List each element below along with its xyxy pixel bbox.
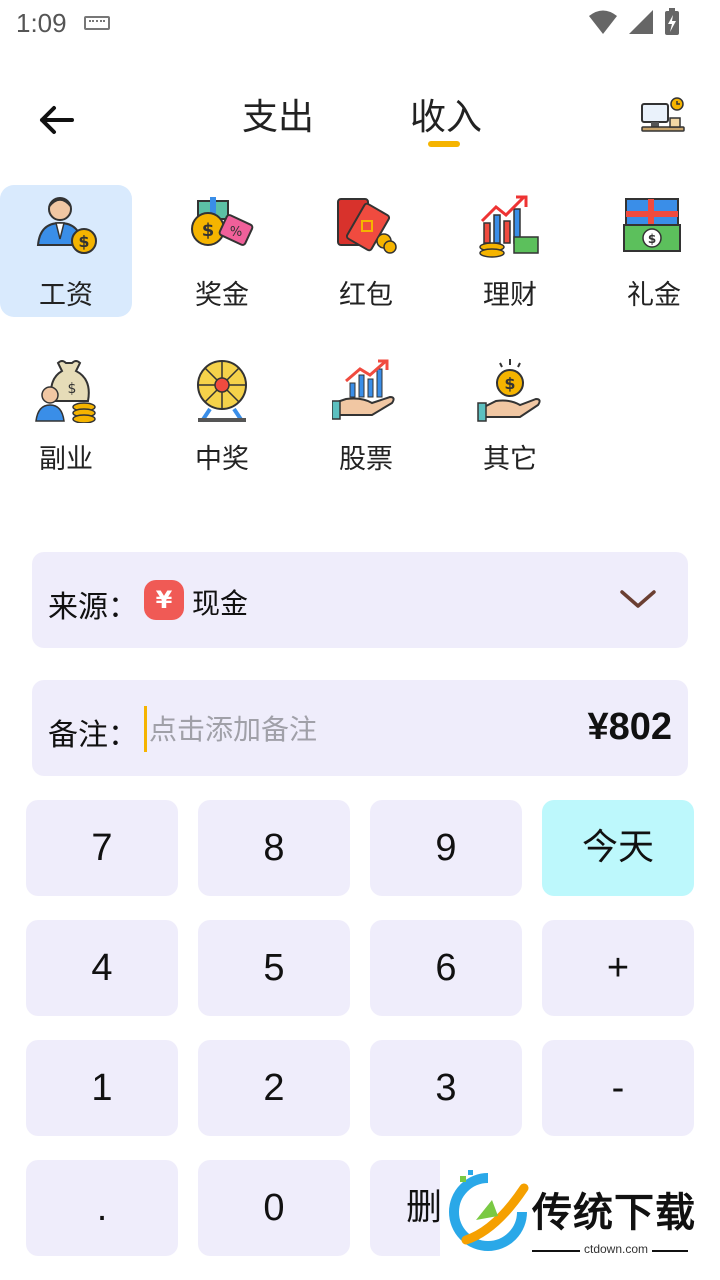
category-salary[interactable]: $ 工资 [0, 185, 132, 317]
source-label: 来源： [48, 590, 138, 625]
lottery-wheel-icon [197, 360, 247, 423]
key-4[interactable]: 4 [26, 920, 178, 1016]
svg-text:$: $ [78, 232, 89, 251]
keyboard-icon [84, 16, 110, 30]
category-other[interactable]: $ 其它 [444, 349, 576, 481]
back-button[interactable] [34, 96, 82, 144]
computer-clock-icon [641, 97, 685, 132]
key-today[interactable]: 今天 [542, 800, 694, 896]
tab-expense[interactable]: 支出 [242, 88, 314, 140]
category-investment[interactable]: 理财 [444, 185, 576, 317]
computer-schedule-button[interactable] [640, 96, 686, 138]
watermark-logo [449, 1170, 529, 1251]
watermark: 传统下载 ctdown.com [440, 1160, 720, 1260]
key-1[interactable]: 1 [26, 1040, 178, 1136]
key-plus[interactable]: + [542, 920, 694, 1016]
tab-income[interactable]: 收入 [410, 88, 482, 140]
yuan-icon: ¥ [144, 580, 184, 620]
category-label: 奖金 [195, 280, 249, 311]
key-9[interactable]: 9 [370, 800, 522, 896]
key-3[interactable]: 3 [370, 1040, 522, 1136]
category-bonus[interactable]: $ % 奖金 [156, 185, 288, 317]
key-5[interactable]: 5 [198, 920, 350, 1016]
source-selector[interactable]: 来源： ¥ 现金 [32, 552, 688, 648]
salary-icon: $ [36, 197, 97, 254]
key-dot[interactable]: . [26, 1160, 178, 1256]
status-icons [588, 8, 680, 36]
arrow-left-icon [40, 106, 74, 134]
active-tab-indicator [428, 141, 460, 147]
category-gift-money[interactable]: $ 礼金 [588, 185, 720, 317]
status-time: 1:09 [16, 8, 67, 38]
source-value: 现金 [192, 587, 249, 620]
category-red-envelope[interactable]: 红包 [300, 185, 432, 317]
category-side-job[interactable]: $ 副业 [0, 349, 132, 481]
svg-text:$: $ [648, 232, 656, 246]
category-label: 理财 [483, 280, 537, 311]
status-bar: 1:09 [0, 0, 720, 50]
amount-display: ¥802 [587, 706, 672, 748]
watermark-title: 传统下载 [532, 1190, 696, 1236]
note-input[interactable] [144, 706, 451, 752]
key-8[interactable]: 8 [198, 800, 350, 896]
category-lottery[interactable]: 中奖 [156, 349, 288, 481]
svg-text:$: $ [202, 220, 215, 241]
side-job-icon: $ [35, 360, 96, 423]
other-coin-icon: $ [477, 359, 541, 422]
key-minus[interactable]: - [542, 1040, 694, 1136]
category-label: 礼金 [627, 280, 681, 311]
stock-icon [332, 359, 395, 420]
category-label: 其它 [483, 444, 537, 475]
signal-icon [629, 10, 653, 34]
chevron-down-icon [620, 590, 656, 608]
bonus-icon: $ % [191, 197, 254, 246]
red-envelope-icon [337, 198, 397, 254]
category-label: 股票 [339, 444, 393, 475]
key-2[interactable]: 2 [198, 1040, 350, 1136]
category-label: 工资 [39, 280, 93, 311]
wifi-icon [589, 10, 617, 34]
category-stock[interactable]: 股票 [300, 349, 432, 481]
category-label: 红包 [339, 280, 393, 311]
svg-text:%: % [230, 225, 242, 240]
key-7[interactable]: 7 [26, 800, 178, 896]
watermark-site: ctdown.com [580, 1242, 653, 1256]
svg-text:$: $ [68, 381, 77, 397]
key-0[interactable]: 0 [198, 1160, 350, 1256]
note-bar: 备注： ¥802 [32, 680, 688, 776]
svg-text:$: $ [504, 374, 515, 393]
category-label: 副业 [39, 444, 93, 475]
key-6[interactable]: 6 [370, 920, 522, 1016]
battery-icon [665, 8, 679, 35]
category-label: 中奖 [195, 444, 249, 475]
gift-money-icon: $ [623, 198, 681, 252]
investment-icon [479, 195, 539, 258]
note-label: 备注： [48, 718, 138, 753]
